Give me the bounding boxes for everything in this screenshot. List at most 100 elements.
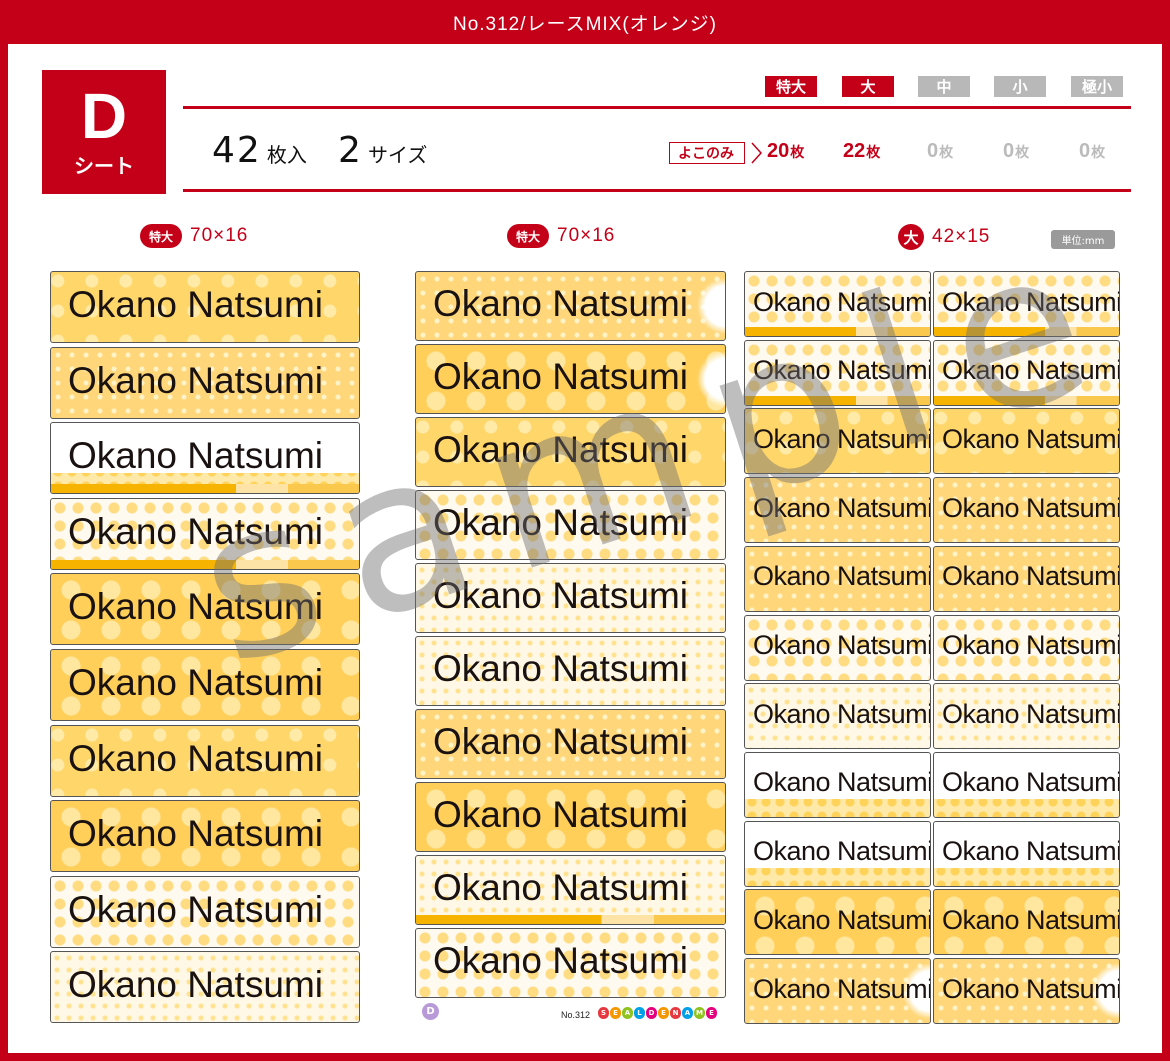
name-label: Okano Natsumi	[50, 875, 360, 948]
name-label-text: Okano Natsumi	[68, 813, 323, 855]
sheet-type-badge: D シート	[42, 70, 166, 194]
name-label: Okano Natsumi	[415, 855, 726, 925]
name-label-text: Okano Natsumi	[68, 284, 323, 325]
sheet-summary: 42 枚入 2 サイズ	[212, 130, 453, 171]
size-badge: 特大	[507, 224, 550, 248]
size-tag-s: 小	[994, 76, 1046, 97]
name-label: Okano Natsumi	[744, 751, 931, 818]
size-tag-m: 中	[918, 76, 970, 97]
column-header-3: 大 42×15	[898, 224, 990, 250]
sheet-mark: D	[422, 1003, 439, 1020]
name-label: Okano Natsumi	[50, 422, 360, 495]
brand-letter: L	[634, 1007, 645, 1019]
label-dimensions: 70×16	[557, 225, 616, 246]
brand-letter: N	[670, 1007, 681, 1019]
name-label-text: Okano Natsumi	[68, 586, 323, 628]
column-header-1: 特大 70×16	[140, 224, 248, 248]
label-dimensions: 70×16	[190, 225, 249, 246]
name-label: Okano Natsumi	[933, 820, 1120, 887]
label-count-unit: 枚入	[266, 143, 307, 167]
name-label: Okano Natsumi	[415, 782, 726, 852]
name-label-text: Okano Natsumi	[433, 721, 688, 762]
name-label: Okano Natsumi	[415, 271, 726, 341]
brand-logo: SEALDENAME	[598, 1007, 717, 1019]
name-label: Okano Natsumi	[933, 683, 1120, 750]
column-header-2: 特大 70×16	[507, 224, 615, 248]
name-label-text: Okano Natsumi	[68, 964, 323, 1006]
name-label-text: Okano Natsumi	[433, 940, 688, 981]
name-label: Okano Natsumi	[415, 709, 726, 779]
brand-letter: E	[658, 1007, 669, 1019]
name-label: Okano Natsumi	[744, 614, 931, 681]
horizontal-only-tag: よこのみ	[669, 142, 745, 164]
name-label-text: Okano Natsumi	[942, 561, 1120, 592]
name-label-text: Okano Natsumi	[68, 888, 323, 930]
name-label-text: Okano Natsumi	[68, 662, 323, 703]
name-label-text: Okano Natsumi	[433, 575, 688, 616]
name-label: Okano Natsumi	[415, 344, 726, 414]
brand-letter: S	[598, 1007, 609, 1019]
name-label: Okano Natsumi	[50, 271, 360, 343]
name-label-text: Okano Natsumi	[942, 286, 1120, 317]
name-label-text: Okano Natsumi	[753, 355, 931, 386]
name-label: Okano Natsumi	[50, 724, 360, 797]
name-label: Okano Natsumi	[744, 545, 931, 612]
size-count-xs: 0枚	[1079, 140, 1106, 162]
brand-letter: D	[646, 1007, 657, 1019]
name-label-text: Okano Natsumi	[753, 767, 931, 798]
name-label-text: Okano Natsumi	[68, 359, 323, 401]
size-badge: 大	[898, 224, 924, 250]
page-title: No.312/レースMIX(オレンジ)	[0, 0, 1170, 44]
name-label-text: Okano Natsumi	[68, 510, 323, 552]
sheet-letter: D	[80, 79, 128, 152]
size-tag-l: 大	[842, 76, 894, 97]
label-dimensions: 42×15	[932, 226, 991, 247]
name-label-text: Okano Natsumi	[942, 630, 1120, 660]
name-label: Okano Natsumi	[50, 573, 360, 646]
size-tag-xl: 特大	[765, 76, 817, 97]
brand-letter: E	[706, 1007, 717, 1019]
name-label: Okano Natsumi	[50, 649, 360, 721]
name-label-text: Okano Natsumi	[753, 492, 931, 523]
sheet-label: シート	[74, 153, 134, 178]
name-label: Okano Natsumi	[415, 490, 726, 560]
name-label-text: Okano Natsumi	[942, 698, 1120, 729]
name-label-text: Okano Natsumi	[753, 836, 931, 867]
size-tag-xs: 極小	[1071, 76, 1123, 97]
name-label-text: Okano Natsumi	[433, 429, 688, 470]
name-label-text: Okano Natsumi	[942, 973, 1120, 1004]
name-label-text: Okano Natsumi	[942, 767, 1120, 798]
unit-note: 単位:mm	[1051, 230, 1115, 249]
name-label-text: Okano Natsumi	[753, 904, 931, 935]
name-label: Okano Natsumi	[744, 477, 931, 544]
size-count-unit: サイズ	[368, 143, 428, 167]
name-label: Okano Natsumi	[744, 408, 931, 475]
name-label-text: Okano Natsumi	[433, 867, 688, 908]
size-count-s: 0枚	[1003, 140, 1030, 162]
name-label-text: Okano Natsumi	[68, 435, 323, 477]
divider-top	[183, 106, 1131, 109]
name-label-text: Okano Natsumi	[433, 794, 688, 835]
name-label-text: Okano Natsumi	[753, 630, 931, 660]
name-label-text: Okano Natsumi	[753, 423, 931, 454]
name-label: Okano Natsumi	[933, 958, 1120, 1024]
size-count: 2	[338, 130, 363, 171]
divider-bottom	[183, 189, 1131, 192]
size-count-m: 0枚	[927, 140, 954, 162]
name-label: Okano Natsumi	[933, 545, 1120, 612]
name-label-text: Okano Natsumi	[942, 836, 1120, 867]
name-label-text: Okano Natsumi	[433, 502, 688, 543]
name-label: Okano Natsumi	[50, 951, 360, 1024]
name-label-text: Okano Natsumi	[942, 355, 1120, 386]
brand-letter: A	[622, 1007, 633, 1019]
size-count-xl: 20枚	[767, 140, 805, 162]
name-label-text: Okano Natsumi	[942, 423, 1120, 454]
size-badge: 特大	[140, 224, 183, 248]
name-label-text: Okano Natsumi	[942, 904, 1120, 935]
name-label-text: Okano Natsumi	[433, 283, 688, 324]
name-label: Okano Natsumi	[415, 636, 726, 706]
size-count-l: 22枚	[843, 140, 881, 162]
name-label-text: Okano Natsumi	[68, 737, 323, 779]
name-label: Okano Natsumi	[415, 417, 726, 487]
name-label: Okano Natsumi	[415, 563, 726, 633]
